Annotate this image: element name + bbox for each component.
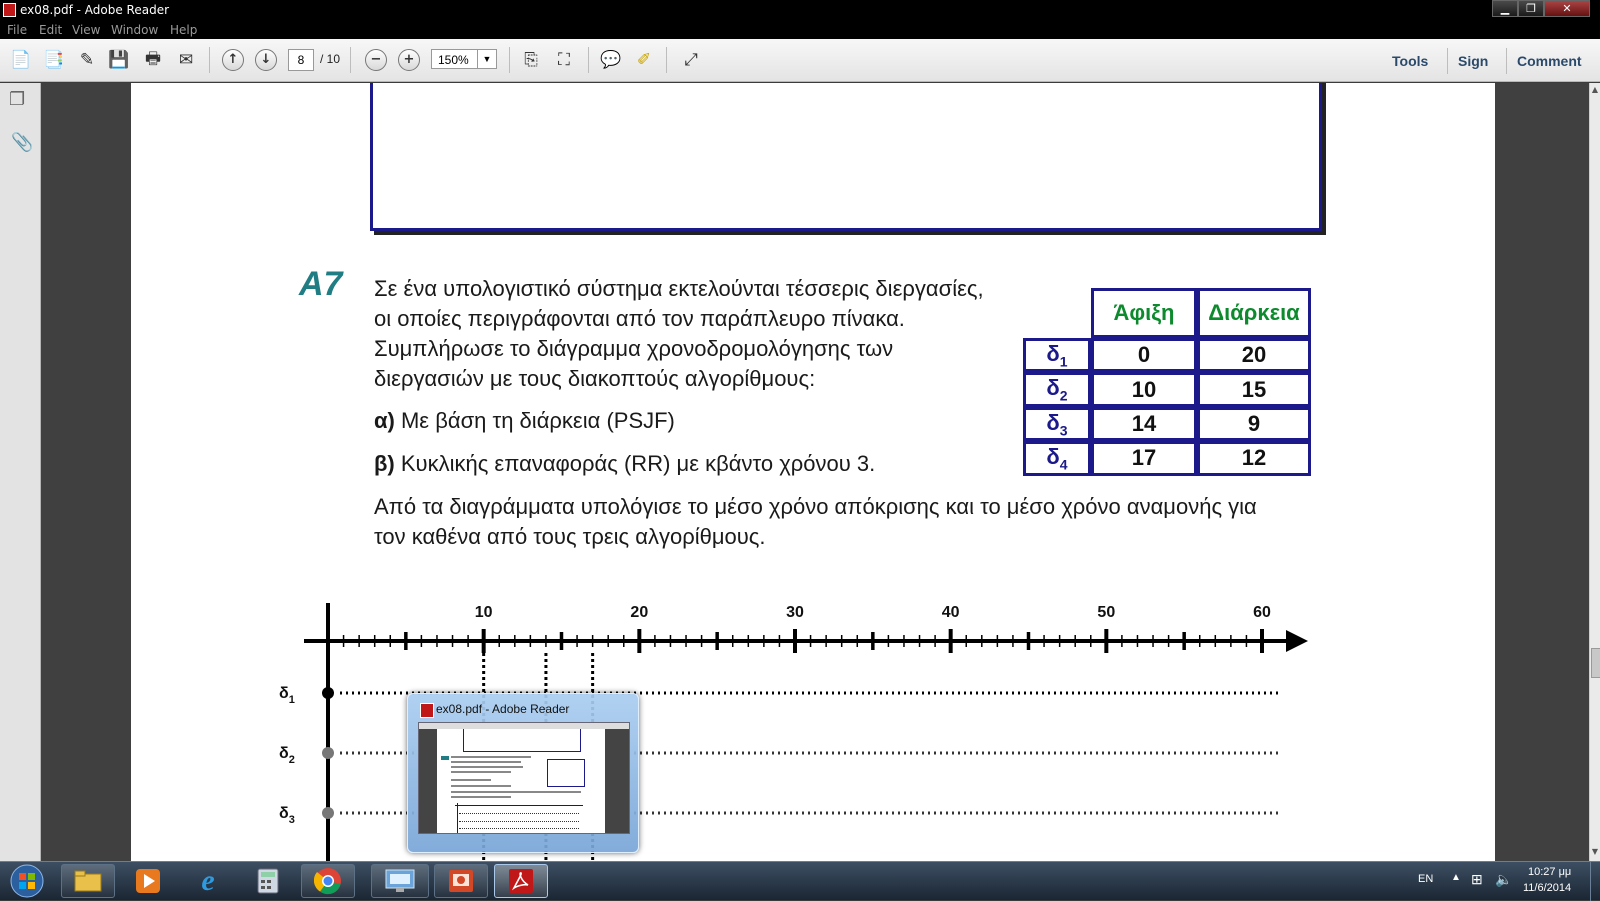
fit-page-icon[interactable]: ⎘ [519,49,543,71]
menu-file[interactable]: File [7,23,27,37]
language-indicator[interactable]: EN [1418,873,1433,885]
toolbar-divider [509,47,510,73]
calculator-button[interactable] [241,864,295,898]
vertical-scrollbar[interactable]: ▲ ▼ [1589,83,1600,861]
chrome-button[interactable] [301,864,355,898]
scroll-down-icon[interactable]: ▼ [1590,847,1600,856]
remote-desktop-button[interactable] [371,864,429,898]
tick-label: 30 [786,604,804,621]
pdf-page: A7 Σε ένα υπολογιστικό σύστημα εκτελούντ… [131,83,1495,861]
title-bar: ex08.pdf - Adobe Reader ▁ ❐ ✕ [0,0,1600,20]
windows-logo-icon [10,864,44,898]
adobe-reader-icon [509,869,533,893]
window-title: ex08.pdf - Adobe Reader [20,3,170,17]
process-row-label: δ1 [279,685,295,706]
page-number-input[interactable]: 8 [288,49,314,71]
export-pdf-icon[interactable]: 📑 [42,49,66,71]
zoom-in-icon[interactable]: + [398,49,420,71]
scroll-thumb[interactable] [1591,648,1600,678]
previous-page-icon[interactable]: ↑ [222,49,244,71]
restore-button[interactable]: ❐ [1518,0,1544,17]
save-icon[interactable]: 💾 [107,49,131,71]
zoom-select[interactable]: 150% ▼ [431,49,497,69]
comment-panel-link[interactable]: Comment [1517,53,1582,69]
chrome-icon [314,868,341,895]
thumbnail-image [418,722,630,834]
taskbar-thumbnail-preview[interactable]: ex08.pdf - Adobe Reader [407,693,639,853]
adobe-reader-icon [3,3,16,17]
scroll-up-icon[interactable]: ▲ [1590,85,1600,94]
adobe-reader-button[interactable] [494,864,548,898]
tools-panel-link[interactable]: Tools [1392,53,1428,69]
process-row-label: δ2 [279,745,295,766]
powerpoint-button[interactable] [434,864,488,898]
process-row-marker [322,687,334,699]
minimize-button[interactable]: ▁ [1492,0,1518,17]
gantt-timeline: 10 20 30 40 50 60 δ1 δ2 δ3 [279,603,1308,861]
menu-view[interactable]: View [72,23,100,37]
toolbar: 📄 📑 ✎ 💾 🖶 ✉ ↑ ↓ − + ⎘ ⛶ 💬 ✐ ⤢ [0,39,1600,82]
email-icon[interactable]: ✉ [174,49,198,71]
sticky-note-icon[interactable]: 💬 [599,49,623,71]
process-row-marker [322,747,334,759]
remote-desktop-icon [385,869,415,892]
fit-width-icon[interactable]: ⛶ [552,49,576,71]
process-row-marker [322,807,334,819]
tick-label: 50 [1097,604,1115,621]
close-button[interactable]: ✕ [1544,0,1590,17]
adobe-reader-icon [420,703,434,718]
file-explorer-button[interactable] [61,864,115,898]
zoom-out-icon[interactable]: − [365,49,387,71]
clock-date[interactable]: 11/6/2014 [1523,882,1571,894]
powerpoint-icon [449,870,473,892]
fullscreen-icon[interactable]: ⤢ [679,49,703,71]
tick-label: 40 [942,604,960,621]
page-thumbnails-icon[interactable]: ❐ [9,89,29,111]
menu-bar: File Edit View Window Help [0,20,1600,39]
toolbar-divider [588,47,589,73]
process-row-label: δ3 [279,805,295,826]
toolbar-divider [209,47,210,73]
folder-icon [74,870,102,892]
network-icon[interactable]: ⊞ [1471,871,1483,888]
tick-label: 10 [475,604,493,621]
windows-taskbar: e EN ▲ ⊞ 🔈 10:27 μμ 11/6/2014 [0,861,1600,901]
highlight-icon[interactable]: ✐ [632,49,656,71]
show-hidden-icons-icon[interactable]: ▲ [1451,872,1461,883]
media-player-icon [136,869,160,893]
menu-window[interactable]: Window [111,23,158,37]
zoom-value: 150% [438,53,469,67]
internet-explorer-button[interactable]: e [181,864,235,898]
start-button[interactable] [4,864,50,898]
panel-divider [1506,48,1507,74]
create-pdf-icon[interactable]: 📄 [9,49,33,71]
panel-divider [1447,48,1448,74]
tick-label: 20 [630,604,648,621]
toolbar-divider [350,47,351,73]
chevron-down-icon[interactable]: ▼ [477,50,496,68]
time-axis-arrow [1286,630,1308,652]
sign-panel-link[interactable]: Sign [1458,53,1488,69]
internet-explorer-icon: e [201,864,215,897]
next-page-icon[interactable]: ↓ [255,49,277,71]
document-viewport[interactable]: A7 Σε ένα υπολογιστικό σύστημα εκτελούντ… [41,83,1589,861]
menu-edit[interactable]: Edit [39,23,62,37]
thumbnail-title: ex08.pdf - Adobe Reader [436,702,570,716]
page-count: / 10 [320,52,341,66]
print-icon[interactable]: 🖶 [141,49,165,71]
clock-time[interactable]: 10:27 μμ [1528,866,1571,878]
calculator-icon [257,868,279,894]
menu-help[interactable]: Help [170,23,197,37]
volume-icon[interactable]: 🔈 [1495,871,1512,888]
media-player-button[interactable] [121,864,175,898]
show-desktop-button[interactable] [1590,862,1600,901]
edit-pdf-icon[interactable]: ✎ [75,49,99,71]
toolbar-divider [666,47,667,73]
tick-label: 60 [1253,604,1271,621]
attachments-icon[interactable]: 📎 [11,132,33,154]
navigation-pane: ❐ 📎 [0,83,41,861]
